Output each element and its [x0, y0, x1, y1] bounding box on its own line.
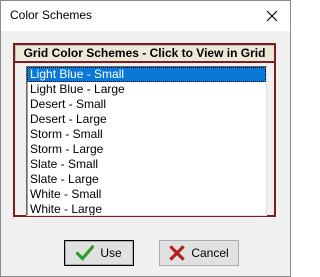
- list-item[interactable]: Light Blue - Large: [27, 82, 266, 97]
- list-item[interactable]: Storm - Large: [27, 142, 266, 157]
- use-button[interactable]: Use: [64, 240, 134, 266]
- dialog-window: Color Schemes Grid Color Schemes - Click…: [0, 0, 291, 277]
- list-item[interactable]: Slate - Small: [27, 157, 266, 172]
- list-item[interactable]: Desert - Large: [27, 112, 266, 127]
- list-item[interactable]: Desert - Small: [27, 97, 266, 112]
- cancel-button[interactable]: Cancel: [159, 240, 239, 266]
- dialog-client-area: Grid Color Schemes - Click to View in Gr…: [1, 31, 290, 276]
- list-item[interactable]: Storm - Small: [27, 127, 266, 142]
- list-item[interactable]: White - Large: [27, 202, 266, 215]
- color-scheme-listbox[interactable]: Light Blue - Small Light Blue - Large Dese…: [26, 66, 267, 216]
- title-bar[interactable]: Color Schemes: [1, 1, 290, 31]
- list-item[interactable]: Light Blue - Small: [27, 67, 266, 82]
- window-title: Color Schemes: [10, 8, 93, 22]
- checkmark-icon: [76, 245, 95, 261]
- cancel-x-icon: [169, 245, 186, 261]
- use-button-label: Use: [100, 246, 122, 260]
- close-icon: [266, 10, 278, 21]
- list-item[interactable]: White - Small: [27, 187, 266, 202]
- list-item[interactable]: Slate - Large: [27, 172, 266, 187]
- cancel-button-label: Cancel: [191, 246, 229, 260]
- close-button[interactable]: [254, 1, 290, 30]
- grid-color-schemes-header[interactable]: Grid Color Schemes - Click to View in Gr…: [13, 43, 276, 63]
